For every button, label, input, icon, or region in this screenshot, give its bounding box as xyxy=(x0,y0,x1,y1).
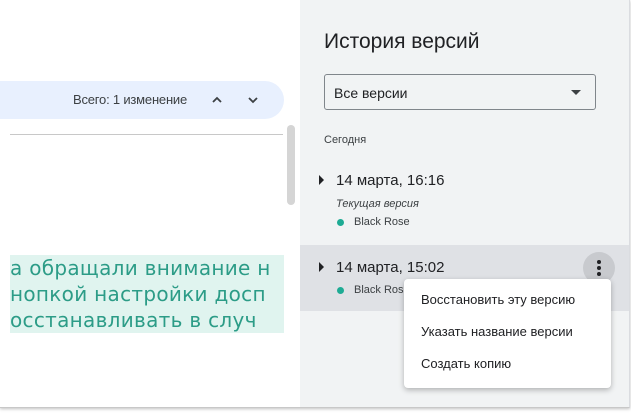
author-color-dot xyxy=(337,219,344,226)
version-date: 14 марта, 16:16 xyxy=(336,172,445,189)
dropdown-arrow-icon xyxy=(571,90,581,95)
version-item[interactable]: 14 марта, 16:16 Текущая версия Black Ros… xyxy=(300,160,629,240)
version-subtitle: Текущая версия xyxy=(336,198,419,210)
scrollbar-thumb[interactable] xyxy=(287,125,295,205)
version-context-menu: Восстановить эту версию Указать название… xyxy=(404,279,611,388)
chevron-up-icon xyxy=(212,96,222,103)
section-label-today: Сегодня xyxy=(324,134,367,146)
more-vert-icon xyxy=(597,260,601,276)
menu-item-restore-version[interactable]: Восстановить эту версию xyxy=(421,292,575,307)
document-text-line: нопкой настройки досп xyxy=(10,281,284,307)
menu-item-name-version[interactable]: Указать название версии xyxy=(421,324,573,339)
changes-count-label: Всего: 1 изменение xyxy=(73,92,188,107)
document-text-line: а обращали внимание н xyxy=(10,255,284,281)
window: Всего: 1 изменение а обращали внимание н… xyxy=(0,0,630,408)
version-author: Black Rose xyxy=(354,216,410,228)
version-date: 14 марта, 15:02 xyxy=(336,259,445,276)
expand-caret-icon[interactable] xyxy=(319,175,324,185)
panel-title: История версий xyxy=(324,30,480,53)
next-change-button[interactable] xyxy=(240,87,266,113)
author-color-dot xyxy=(337,287,344,294)
version-author: Black Rose xyxy=(354,284,410,296)
menu-item-make-copy[interactable]: Создать копию xyxy=(421,356,511,371)
expand-caret-icon[interactable] xyxy=(319,262,324,272)
previous-change-button[interactable] xyxy=(204,87,230,113)
document-text-line: осстанавливать в случ xyxy=(10,307,284,333)
chevron-down-icon xyxy=(248,97,258,104)
version-filter-value: Все версии xyxy=(334,85,408,101)
page-divider xyxy=(10,134,283,135)
version-filter-select[interactable]: Все версии xyxy=(324,74,596,110)
changes-navigation-bar: Всего: 1 изменение xyxy=(0,81,284,119)
